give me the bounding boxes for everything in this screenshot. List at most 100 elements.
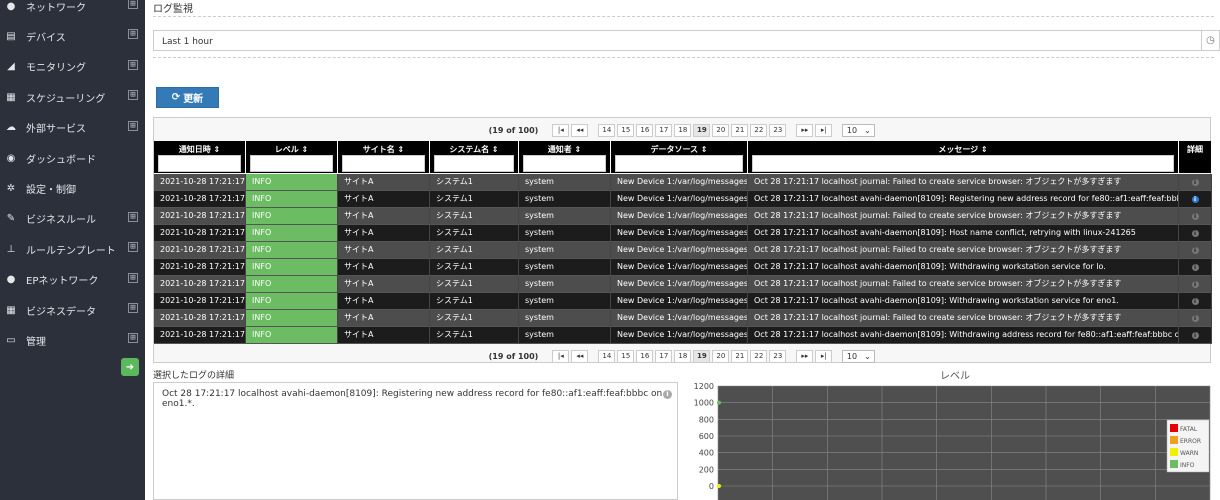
table-row[interactable]: 2021-10-28 17:21:17 INFO サイトA システム1 system Ne…	[154, 259, 1212, 276]
expand-icon[interactable]: ⊞	[128, 90, 138, 101]
info-icon[interactable]: i	[663, 390, 672, 399]
sidebar-item[interactable]: ✲ 設定・制御	[0, 173, 145, 203]
column-filter-input[interactable]	[250, 155, 333, 172]
expand-icon[interactable]: ⊞	[128, 333, 138, 344]
page-button[interactable]: 23	[769, 349, 787, 363]
detail-cell[interactable]: i	[1179, 174, 1212, 191]
first-page-button[interactable]: |◂	[552, 123, 570, 137]
expand-icon[interactable]: ⊞	[128, 59, 138, 70]
table-row[interactable]: 2021-10-28 17:21:17 INFO サイトA システム1 system Ne…	[154, 174, 1212, 191]
page-button[interactable]: 21	[731, 123, 749, 137]
column-filter-input[interactable]	[615, 155, 743, 172]
expand-icon[interactable]: ⊞	[128, 272, 138, 283]
last-page-button[interactable]: ▸|	[815, 349, 833, 363]
sidebar-item[interactable]: ▦ ビジネスデータ ⊞	[0, 295, 145, 325]
info-icon[interactable]: i	[1191, 332, 1199, 339]
sidebar-item[interactable]: ◢ モニタリング ⊞	[0, 52, 145, 82]
table-row[interactable]: 2021-10-28 17:21:17 INFO サイトA システム1 system Ne…	[154, 293, 1212, 310]
prev-page-button[interactable]: ◂◂	[571, 123, 589, 137]
sidebar-item[interactable]: ☁ 外部サービス ⊞	[0, 113, 145, 143]
first-page-button[interactable]: |◂	[552, 349, 570, 363]
expand-icon[interactable]: ⊞	[128, 211, 138, 222]
table-row[interactable]: 2021-10-28 17:21:17 INFO サイトA システム1 system Ne…	[154, 242, 1212, 259]
info-icon[interactable]: i	[1191, 264, 1199, 271]
page-button[interactable]: 20	[712, 349, 730, 363]
prev-page-button[interactable]: ◂◂	[571, 349, 589, 363]
sidebar-item[interactable]: ▤ デバイス ⊞	[0, 21, 145, 51]
column-filter-input[interactable]	[342, 155, 425, 172]
table-row[interactable]: 2021-10-28 17:21:17 INFO サイトA システム1 system Ne…	[154, 327, 1212, 344]
table-row[interactable]: 2021-10-28 17:21:17 INFO サイトA システム1 system Ne…	[154, 276, 1212, 293]
last-page-button[interactable]: ▸|	[815, 123, 833, 137]
info-icon[interactable]: i	[1191, 179, 1199, 186]
detail-cell[interactable]: i	[1179, 276, 1212, 293]
page-button[interactable]: 14	[598, 123, 616, 137]
detail-cell[interactable]: i	[1179, 208, 1212, 225]
table-row[interactable]: 2021-10-28 17:21:17 INFO サイトA システム1 system Ne…	[154, 310, 1212, 327]
page-button[interactable]: 18	[674, 349, 692, 363]
next-page-button[interactable]: ▸▸	[796, 349, 814, 363]
page-button[interactable]: 21	[731, 349, 749, 363]
sidebar-item[interactable]: ◉ ダッシュボード	[0, 143, 145, 173]
column-header[interactable]: メッセージ ⇕	[748, 141, 1179, 173]
table-row[interactable]: 2021-10-28 17:21:17 INFO サイトA システム1 system Ne…	[154, 225, 1212, 242]
column-header[interactable]: データソース ⇕	[611, 141, 748, 173]
info-icon[interactable]: i	[1191, 298, 1199, 305]
column-header[interactable]: レベル ⇕	[246, 141, 338, 173]
column-filter-input[interactable]	[434, 155, 514, 172]
next-page-button[interactable]: ▸▸	[796, 123, 814, 137]
column-filter-input[interactable]	[523, 155, 606, 172]
page-button[interactable]: 16	[636, 349, 654, 363]
sidebar-collapse-button[interactable]: ➜	[121, 358, 139, 376]
page-button[interactable]: 18	[674, 123, 692, 137]
page-button[interactable]: 17	[655, 123, 673, 137]
detail-cell[interactable]: i	[1179, 242, 1212, 259]
sidebar-item[interactable]: ✎ ビジネスルール ⊞	[0, 204, 145, 234]
page-size-select[interactable]: 10 ⌄	[842, 349, 876, 363]
info-icon[interactable]: i	[1191, 281, 1199, 288]
detail-cell[interactable]: i	[1179, 310, 1212, 327]
column-header[interactable]: 通知者 ⇕	[519, 141, 611, 173]
page-button[interactable]: 16	[636, 123, 654, 137]
page-button[interactable]: 22	[750, 123, 768, 137]
expand-icon[interactable]: ⊞	[128, 0, 138, 9]
sidebar-item[interactable]: ⊥ ルールテンプレート ⊞	[0, 234, 145, 264]
column-header[interactable]: 詳細	[1179, 141, 1212, 173]
column-header[interactable]: サイト名 ⇕	[338, 141, 430, 173]
page-size-select[interactable]: 10 ⌄	[842, 123, 876, 137]
detail-cell[interactable]: i	[1179, 327, 1212, 344]
refresh-button[interactable]: ⟳ 更新	[156, 87, 219, 108]
page-button[interactable]: 14	[598, 349, 616, 363]
sidebar-item[interactable]: ▦ スケジューリング ⊞	[0, 82, 145, 112]
time-range-select[interactable]: Last 1 hour ◷	[153, 30, 1220, 51]
detail-cell[interactable]: i	[1179, 225, 1212, 242]
info-icon[interactable]: i	[1191, 196, 1199, 203]
column-filter-input[interactable]	[752, 155, 1174, 172]
page-button[interactable]: 15	[617, 123, 635, 137]
column-header[interactable]: システム名 ⇕	[430, 141, 519, 173]
sidebar-item[interactable]: ● ネットワーク ⊞	[0, 0, 145, 21]
expand-icon[interactable]: ⊞	[128, 242, 138, 253]
info-icon[interactable]: i	[1191, 315, 1199, 322]
info-icon[interactable]: i	[1191, 247, 1199, 254]
detail-cell[interactable]: i	[1179, 293, 1212, 310]
info-icon[interactable]: i	[1191, 213, 1199, 220]
table-row[interactable]: 2021-10-28 17:21:17 INFO サイトA システム1 system Ne…	[154, 191, 1212, 208]
detail-cell[interactable]: i	[1179, 259, 1212, 276]
column-header[interactable]: 通知日時 ⇕	[154, 141, 246, 173]
sidebar-item[interactable]: ● EPネットワーク ⊞	[0, 265, 145, 295]
page-button[interactable]: 19	[693, 349, 711, 363]
expand-icon[interactable]: ⊞	[128, 120, 138, 131]
expand-icon[interactable]: ⊞	[128, 29, 138, 40]
page-button[interactable]: 17	[655, 349, 673, 363]
page-button[interactable]: 22	[750, 349, 768, 363]
page-button[interactable]: 15	[617, 349, 635, 363]
clock-icon[interactable]: ◷	[1201, 31, 1219, 50]
column-filter-input[interactable]	[158, 155, 241, 172]
page-button[interactable]: 20	[712, 123, 730, 137]
page-button[interactable]: 19	[693, 123, 711, 137]
sidebar-item[interactable]: ▭ 管理 ⊞	[0, 325, 145, 355]
page-button[interactable]: 23	[769, 123, 787, 137]
detail-cell[interactable]: i	[1179, 191, 1212, 208]
info-icon[interactable]: i	[1191, 230, 1199, 237]
